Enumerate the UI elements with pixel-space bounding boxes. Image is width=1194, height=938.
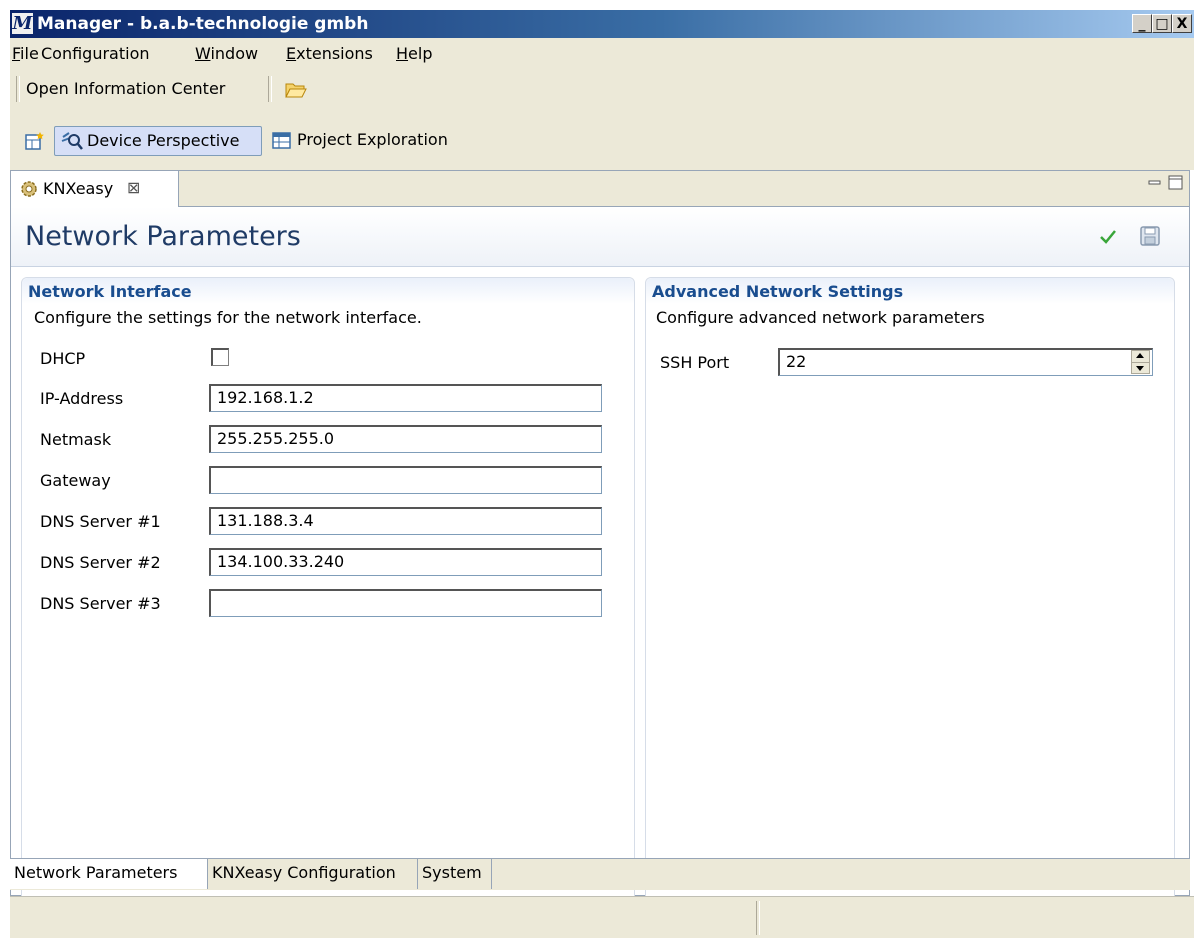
tab-system[interactable]: System: [418, 859, 492, 889]
gateway-label: Gateway: [40, 471, 111, 490]
dns-server-2-label: DNS Server #2: [40, 553, 161, 572]
folder-open-icon[interactable]: [284, 80, 308, 100]
tab-network-parameters[interactable]: Network Parameters: [10, 859, 208, 889]
network-interface-description: Configure the settings for the network i…: [34, 308, 422, 327]
check-icon[interactable]: [1099, 229, 1117, 245]
dns-server-1-field[interactable]: 131.188.3.4: [209, 507, 602, 535]
page-title: Network Parameters: [25, 221, 301, 252]
open-perspective-icon[interactable]: [24, 131, 46, 153]
main-toolbar: Open Information Center: [10, 72, 1194, 106]
ssh-port-field[interactable]: 22: [778, 348, 1153, 376]
tab-knxeasy-label: KNXeasy: [43, 179, 114, 198]
spinner-divider: [1132, 362, 1149, 363]
device-search-icon: [61, 131, 83, 151]
ip-address-field[interactable]: 192.168.1.2: [209, 384, 602, 412]
dns-server-1-label: DNS Server #1: [40, 512, 161, 531]
perspective-bar: Device Perspective Project Exploration: [10, 120, 1194, 160]
advanced-network-title: Advanced Network Settings: [652, 282, 904, 301]
menu-window-label: indow: [210, 44, 259, 63]
menu-configuration-label: Configuration: [41, 44, 150, 63]
netmask-label: Netmask: [40, 430, 112, 449]
menu-help-mnemonic: H: [396, 44, 409, 63]
table-icon[interactable]: [272, 132, 292, 150]
editor-tab-strip: KNXeasy ⊠: [11, 171, 1189, 207]
menu-bar: File Configuration Window Extensions Hel…: [10, 38, 1194, 70]
status-bar-separator: [756, 901, 760, 935]
window-title: Manager - b.a.b-technologie gmbh: [37, 14, 369, 34]
editor-area: KNXeasy ⊠ Network Parameters Network Int…: [10, 170, 1190, 917]
window-title-bar[interactable]: M Manager - b.a.b-technologie gmbh _ □ X: [10, 10, 1194, 38]
project-exploration-button[interactable]: Project Exploration: [297, 130, 448, 150]
device-perspective-button[interactable]: Device Perspective: [54, 126, 262, 156]
minimize-button[interactable]: _: [1132, 14, 1152, 33]
page-tab-bar: Network Parameters KNXeasy Configuration…: [10, 858, 1190, 890]
maximize-view-icon[interactable]: [1168, 175, 1184, 191]
status-bar: [10, 896, 1194, 938]
open-information-center-button[interactable]: Open Information Center: [26, 79, 225, 99]
close-tab-icon[interactable]: ⊠: [127, 178, 140, 198]
maximize-button[interactable]: □: [1152, 14, 1172, 33]
dhcp-label: DHCP: [40, 349, 86, 368]
netmask-field[interactable]: 255.255.255.0: [209, 425, 602, 453]
menu-configuration[interactable]: Configuration: [41, 44, 150, 64]
menu-extensions[interactable]: Extensions: [286, 44, 373, 64]
menu-help-label: elp: [408, 44, 433, 63]
spin-up-icon[interactable]: [1136, 353, 1144, 358]
ssh-port-label: SSH Port: [660, 353, 730, 372]
advanced-network-description: Configure advanced network parameters: [656, 308, 985, 327]
form-header: Network Parameters: [11, 207, 1189, 267]
menu-window[interactable]: Window: [195, 44, 258, 64]
menu-file-mnemonic: F: [12, 44, 21, 63]
menu-extensions-label: xtensions: [296, 44, 373, 63]
spin-down-icon[interactable]: [1136, 366, 1144, 371]
tab-knxeasy[interactable]: KNXeasy ⊠: [11, 171, 179, 207]
close-button[interactable]: X: [1172, 14, 1192, 33]
menu-help[interactable]: Help: [396, 44, 432, 64]
save-icon[interactable]: [1139, 225, 1161, 247]
network-interface-header: Network Interface: [22, 278, 634, 304]
menu-file-label: ile: [20, 44, 39, 63]
dns-server-3-field[interactable]: [209, 589, 602, 617]
menu-file[interactable]: File: [12, 44, 39, 64]
window-chrome: File Configuration Window Extensions Hel…: [10, 38, 1194, 170]
menu-window-mnemonic: W: [195, 44, 211, 63]
advanced-network-header: Advanced Network Settings: [646, 278, 1174, 304]
gear-icon: [19, 179, 39, 199]
minimize-view-icon[interactable]: [1148, 175, 1162, 189]
network-interface-title: Network Interface: [28, 282, 192, 301]
toolbar-separator: [268, 76, 272, 102]
advanced-network-section: Advanced Network Settings Configure adva…: [645, 277, 1175, 917]
menu-extensions-mnemonic: E: [286, 44, 297, 63]
app-logo-icon: M: [12, 13, 33, 34]
dhcp-checkbox[interactable]: [211, 348, 229, 366]
dns-server-2-field[interactable]: 134.100.33.240: [209, 548, 602, 576]
toolbar-separator: [16, 76, 20, 102]
network-interface-section: Network Interface Configure the settings…: [21, 277, 635, 917]
device-perspective-label: Device Perspective: [87, 131, 240, 150]
tab-knxeasy-configuration[interactable]: KNXeasy Configuration: [208, 859, 418, 889]
ssh-port-spinner[interactable]: [1131, 350, 1150, 374]
ip-address-label: IP-Address: [40, 389, 124, 408]
gateway-field[interactable]: [209, 466, 602, 494]
dns-server-3-label: DNS Server #3: [40, 594, 161, 613]
